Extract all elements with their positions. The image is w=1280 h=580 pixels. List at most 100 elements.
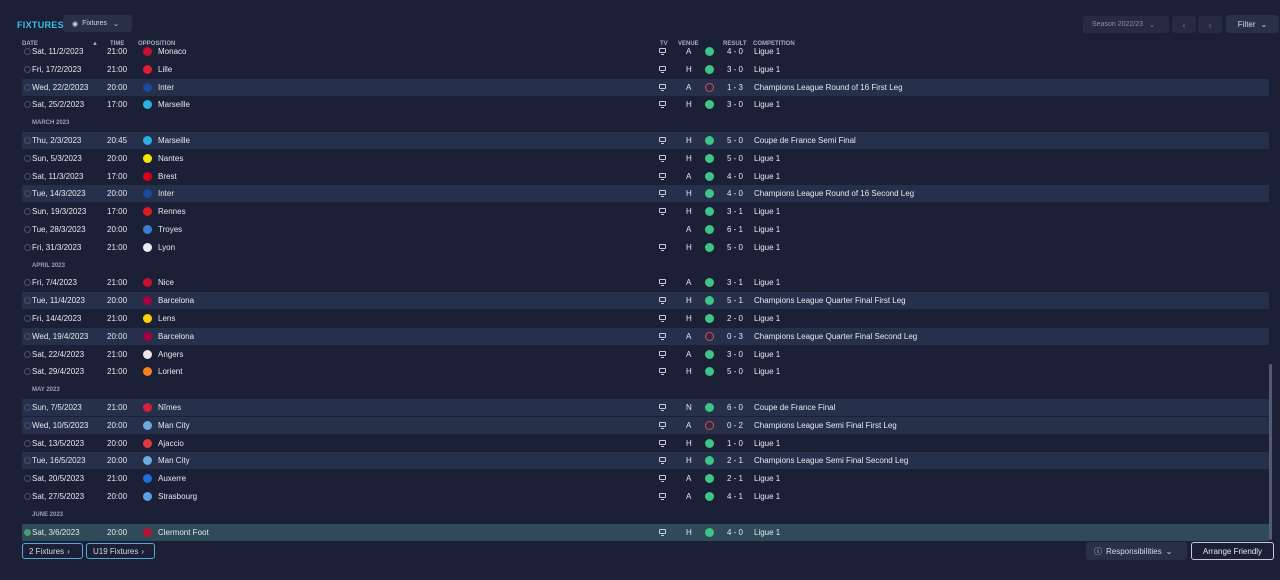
opposition-link[interactable]: Ajaccio: [158, 435, 184, 452]
competition-link[interactable]: Ligue 1: [754, 488, 780, 505]
competition-link[interactable]: Champions League Round of 16 Second Leg: [754, 185, 914, 202]
competition-link[interactable]: Champions League Round of 16 First Leg: [754, 79, 903, 96]
competition-link[interactable]: Ligue 1: [754, 363, 780, 380]
table-row[interactable]: Sat, 29/4/2023 21:00 Lorient H 5 - 0 Ligue 1: [22, 363, 1269, 380]
table-row[interactable]: Sat, 25/2/2023 17:00 Marseille H 3 - 0 Ligue …: [22, 96, 1269, 113]
competition-link[interactable]: Ligue 1: [754, 435, 780, 452]
table-row[interactable]: Sat, 13/5/2023 20:00 Ajaccio H 1 - 0 Ligue 1: [22, 435, 1269, 452]
competition-link[interactable]: Coupe de France Semi Final: [754, 132, 856, 149]
table-row[interactable]: Sat, 27/5/2023 20:00 Strasbourg A 4 - 1 Ligue…: [22, 488, 1269, 505]
opposition-link[interactable]: Rennes: [158, 203, 186, 220]
opposition-link[interactable]: Lens: [158, 310, 175, 327]
table-row[interactable]: Sat, 11/3/2023 17:00 Brest A 4 - 0 Ligue 1: [22, 168, 1269, 185]
table-row[interactable]: Sun, 5/3/2023 20:00 Nantes H 5 - 0 Ligue 1: [22, 150, 1269, 167]
opposition-link[interactable]: Barcelona: [158, 292, 194, 309]
opposition-link[interactable]: Brest: [158, 168, 177, 185]
competition-link[interactable]: Champions League Semi Final Second Leg: [754, 452, 908, 469]
fixtures-link-button[interactable]: 2 Fixtures ›: [22, 543, 83, 559]
table-row[interactable]: Tue, 28/3/2023 20:00 Troyes A 6 - 1 Ligue 1: [22, 221, 1269, 238]
season-dropdown[interactable]: Season 2022/23 ⌄: [1083, 16, 1169, 33]
scrollbar[interactable]: [1269, 364, 1272, 540]
opposition-link[interactable]: Lyon: [158, 239, 175, 256]
opposition-link[interactable]: Man City: [158, 417, 190, 434]
opposition-link[interactable]: Nîmes: [158, 399, 181, 416]
result-link[interactable]: 2 - 1: [727, 452, 743, 469]
result-link[interactable]: 3 - 0: [727, 346, 743, 363]
table-row[interactable]: Thu, 2/3/2023 20:45 Marseille H 5 - 0 Coupe d…: [22, 132, 1269, 149]
result-link[interactable]: 4 - 0: [727, 45, 743, 60]
responsibilities-button[interactable]: ⓘ Responsibilities ⌄: [1086, 542, 1187, 560]
competition-link[interactable]: Ligue 1: [754, 96, 780, 113]
u19-fixtures-button[interactable]: U19 Fixtures ›: [86, 543, 155, 559]
result-link[interactable]: 5 - 0: [727, 150, 743, 167]
arrange-friendly-button[interactable]: Arrange Friendly: [1191, 542, 1274, 560]
competition-link[interactable]: Champions League Quarter Final Second Le…: [754, 328, 917, 345]
table-row[interactable]: Sat, 20/5/2023 21:00 Auxerre A 2 - 1 Ligue 1: [22, 470, 1269, 487]
result-link[interactable]: 4 - 0: [727, 185, 743, 202]
opposition-link[interactable]: Monaco: [158, 45, 186, 60]
opposition-link[interactable]: Angers: [158, 346, 183, 363]
competition-link[interactable]: Ligue 1: [754, 470, 780, 487]
result-link[interactable]: 0 - 3: [727, 328, 743, 345]
result-link[interactable]: 5 - 1: [727, 292, 743, 309]
table-row[interactable]: Fri, 14/4/2023 21:00 Lens H 2 - 0 Ligue 1: [22, 310, 1269, 327]
table-row[interactable]: Sat, 3/6/2023 20:00 Clermont Foot H 4 - 0 Lig…: [22, 523, 1269, 541]
table-row[interactable]: Sun, 19/3/2023 17:00 Rennes H 3 - 1 Ligue 1: [22, 203, 1269, 220]
competition-link[interactable]: Ligue 1: [754, 310, 780, 327]
opposition-link[interactable]: Inter: [158, 79, 174, 96]
table-row[interactable]: Fri, 31/3/2023 21:00 Lyon H 5 - 0 Ligue 1: [22, 239, 1269, 256]
opposition-link[interactable]: Barcelona: [158, 328, 194, 345]
competition-link[interactable]: Champions League Semi Final First Leg: [754, 417, 897, 434]
result-link[interactable]: 4 - 0: [727, 524, 743, 541]
competition-link[interactable]: Ligue 1: [754, 239, 780, 256]
competition-link[interactable]: Ligue 1: [754, 168, 780, 185]
result-link[interactable]: 2 - 1: [727, 470, 743, 487]
opposition-link[interactable]: Man City: [158, 452, 190, 469]
opposition-link[interactable]: Clermont Foot: [158, 524, 209, 541]
table-row[interactable]: Tue, 14/3/2023 20:00 Inter H 4 - 0 Champions …: [22, 185, 1269, 203]
result-link[interactable]: 3 - 0: [727, 96, 743, 113]
result-link[interactable]: 5 - 0: [727, 132, 743, 149]
previous-button[interactable]: ‹: [1172, 16, 1196, 33]
result-link[interactable]: 4 - 0: [727, 168, 743, 185]
result-link[interactable]: 3 - 1: [727, 203, 743, 220]
table-row[interactable]: Wed, 19/4/2023 20:00 Barcelona A 0 - 3 Champi…: [22, 327, 1269, 345]
view-dropdown[interactable]: ◉ Fixtures ⌄: [63, 15, 132, 32]
table-row[interactable]: Sat, 22/4/2023 21:00 Angers A 3 - 0 Ligue 1: [22, 346, 1269, 363]
competition-link[interactable]: Champions League Quarter Final First Leg: [754, 292, 906, 309]
table-row[interactable]: Wed, 22/2/2023 20:00 Inter A 1 - 3 Champions …: [22, 78, 1269, 96]
table-row[interactable]: Tue, 16/5/2023 20:00 Man City H 2 - 1 Champio…: [22, 452, 1269, 470]
result-link[interactable]: 0 - 2: [727, 417, 743, 434]
competition-link[interactable]: Ligue 1: [754, 274, 780, 291]
opposition-link[interactable]: Auxerre: [158, 470, 186, 487]
result-link[interactable]: 6 - 1: [727, 221, 743, 238]
result-link[interactable]: 5 - 0: [727, 239, 743, 256]
opposition-link[interactable]: Inter: [158, 185, 174, 202]
opposition-link[interactable]: Nantes: [158, 150, 183, 167]
opposition-link[interactable]: Marseille: [158, 96, 190, 113]
opposition-link[interactable]: Nice: [158, 274, 174, 291]
opposition-link[interactable]: Troyes: [158, 221, 182, 238]
competition-link[interactable]: Ligue 1: [754, 346, 780, 363]
result-link[interactable]: 6 - 0: [727, 399, 743, 416]
filter-button[interactable]: Filter ⌄: [1226, 15, 1279, 33]
competition-link[interactable]: Ligue 1: [754, 150, 780, 167]
next-button[interactable]: ›: [1198, 16, 1222, 33]
competition-link[interactable]: Ligue 1: [754, 45, 780, 60]
opposition-link[interactable]: Lorient: [158, 363, 182, 380]
result-link[interactable]: 3 - 1: [727, 274, 743, 291]
result-link[interactable]: 5 - 0: [727, 363, 743, 380]
table-row[interactable]: Fri, 7/4/2023 21:00 Nice A 3 - 1 Ligue 1: [22, 274, 1269, 291]
opposition-link[interactable]: Strasbourg: [158, 488, 197, 505]
result-link[interactable]: 3 - 0: [727, 61, 743, 78]
competition-link[interactable]: Ligue 1: [754, 221, 780, 238]
result-link[interactable]: 2 - 0: [727, 310, 743, 327]
table-row[interactable]: Tue, 11/4/2023 20:00 Barcelona H 5 - 1 Champi…: [22, 292, 1269, 310]
opposition-link[interactable]: Lille: [158, 61, 172, 78]
result-link[interactable]: 4 - 1: [727, 488, 743, 505]
result-link[interactable]: 1 - 3: [727, 79, 743, 96]
table-row[interactable]: Sun, 7/5/2023 21:00 Nîmes N 6 - 0 Coupe de Fr…: [22, 399, 1269, 416]
competition-link[interactable]: Ligue 1: [754, 203, 780, 220]
table-row[interactable]: Wed, 10/5/2023 20:00 Man City A 0 - 2 Champio…: [22, 416, 1269, 434]
competition-link[interactable]: Coupe de France Final: [754, 399, 835, 416]
